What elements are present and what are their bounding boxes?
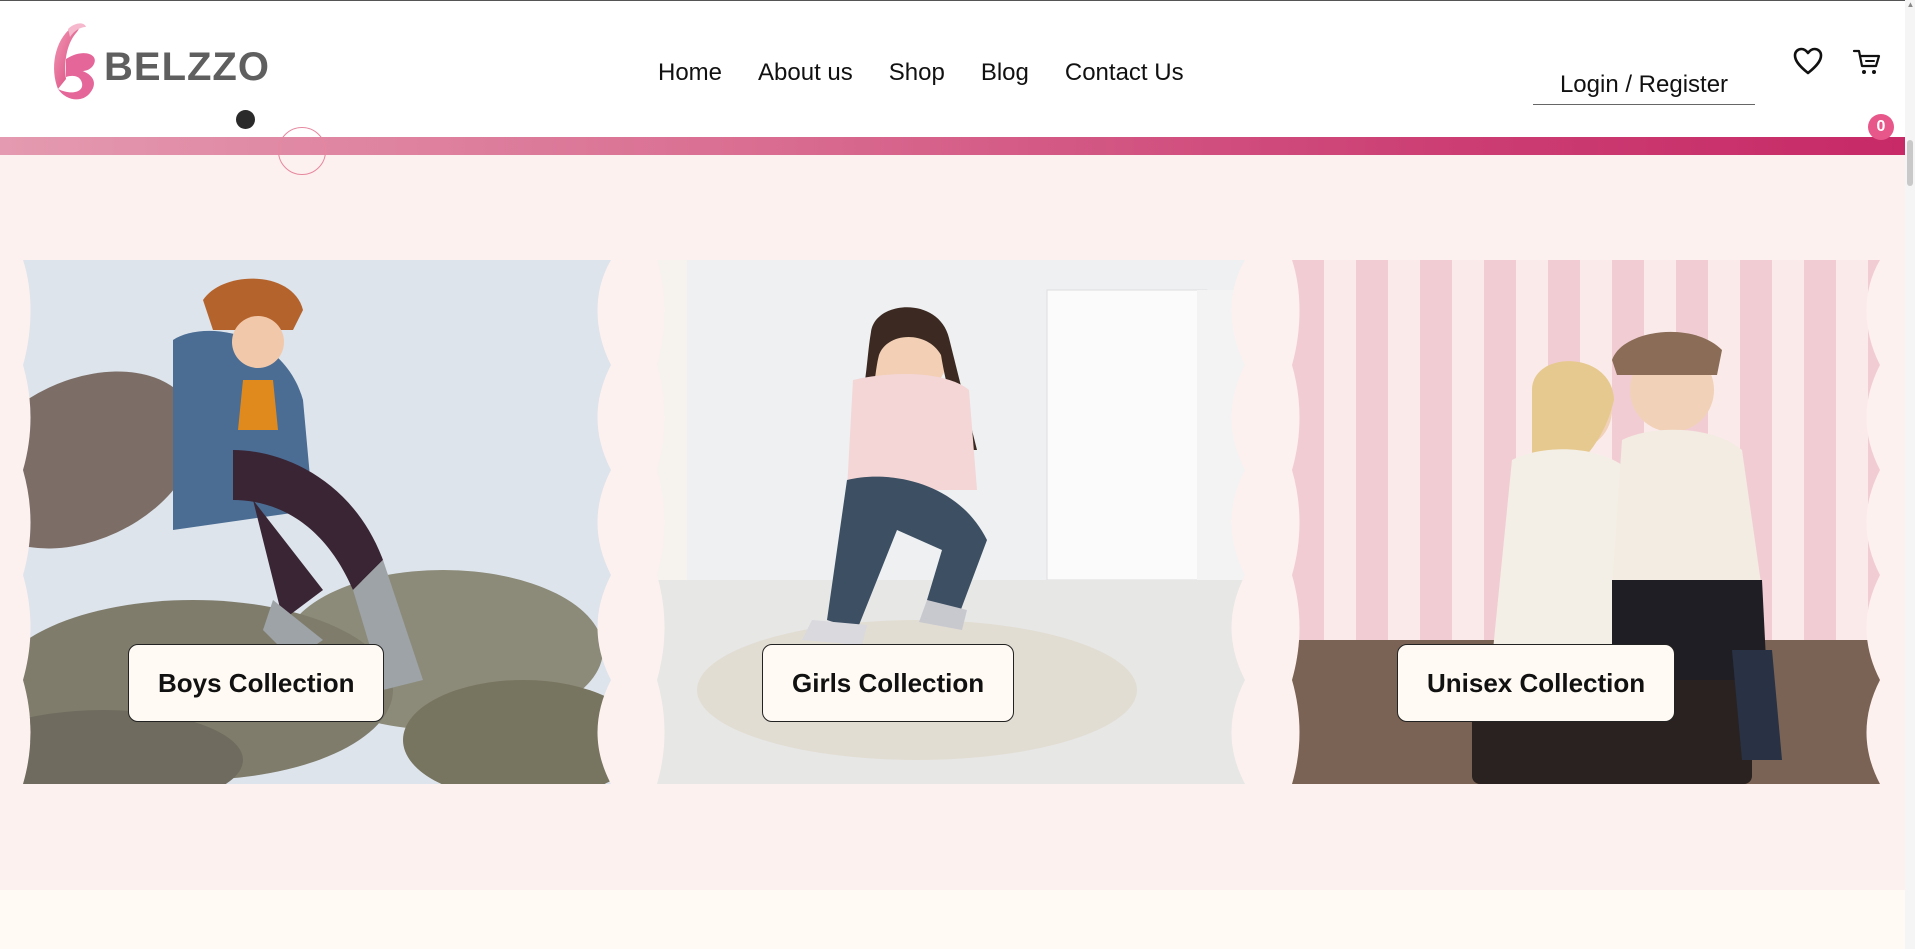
cursor-dot: [236, 110, 255, 129]
collection-card-boys[interactable]: Boys Collection: [23, 260, 611, 784]
next-section-preview: [0, 890, 1905, 949]
belzzo-b-logo-icon: [54, 23, 95, 100]
nav-blog[interactable]: Blog: [981, 59, 1029, 87]
nav-shop[interactable]: Shop: [889, 59, 945, 87]
boys-collection-button[interactable]: Boys Collection: [128, 644, 385, 722]
scroll-up-arrow-icon[interactable]: ▲: [1906, 0, 1915, 9]
heart-icon[interactable]: [1792, 45, 1824, 77]
unisex-collection-button[interactable]: Unisex Collection: [1397, 644, 1676, 722]
collection-card-girls[interactable]: Girls Collection: [657, 260, 1245, 784]
collection-card-unisex[interactable]: Unisex Collection: [1292, 260, 1880, 784]
girls-collection-button[interactable]: Girls Collection: [762, 644, 1015, 722]
brand-name: BELZZO: [104, 44, 270, 89]
scrollbar-thumb[interactable]: [1907, 140, 1913, 186]
main-nav: Home About us Shop Blog Contact Us: [658, 59, 1184, 87]
cart-count-badge: 0: [1868, 114, 1894, 140]
nav-contact-us[interactable]: Contact Us: [1065, 59, 1184, 87]
nav-home[interactable]: Home: [658, 59, 722, 87]
nav-about-us[interactable]: About us: [758, 59, 853, 87]
cursor-ring: [278, 127, 326, 175]
shopping-cart-icon[interactable]: [1852, 47, 1882, 77]
site-header: BELZZO Home About us Shop Blog Contact U…: [0, 1, 1905, 137]
brand-logo[interactable]: BELZZO: [44, 19, 270, 103]
login-register-link[interactable]: Login / Register: [1533, 71, 1755, 105]
